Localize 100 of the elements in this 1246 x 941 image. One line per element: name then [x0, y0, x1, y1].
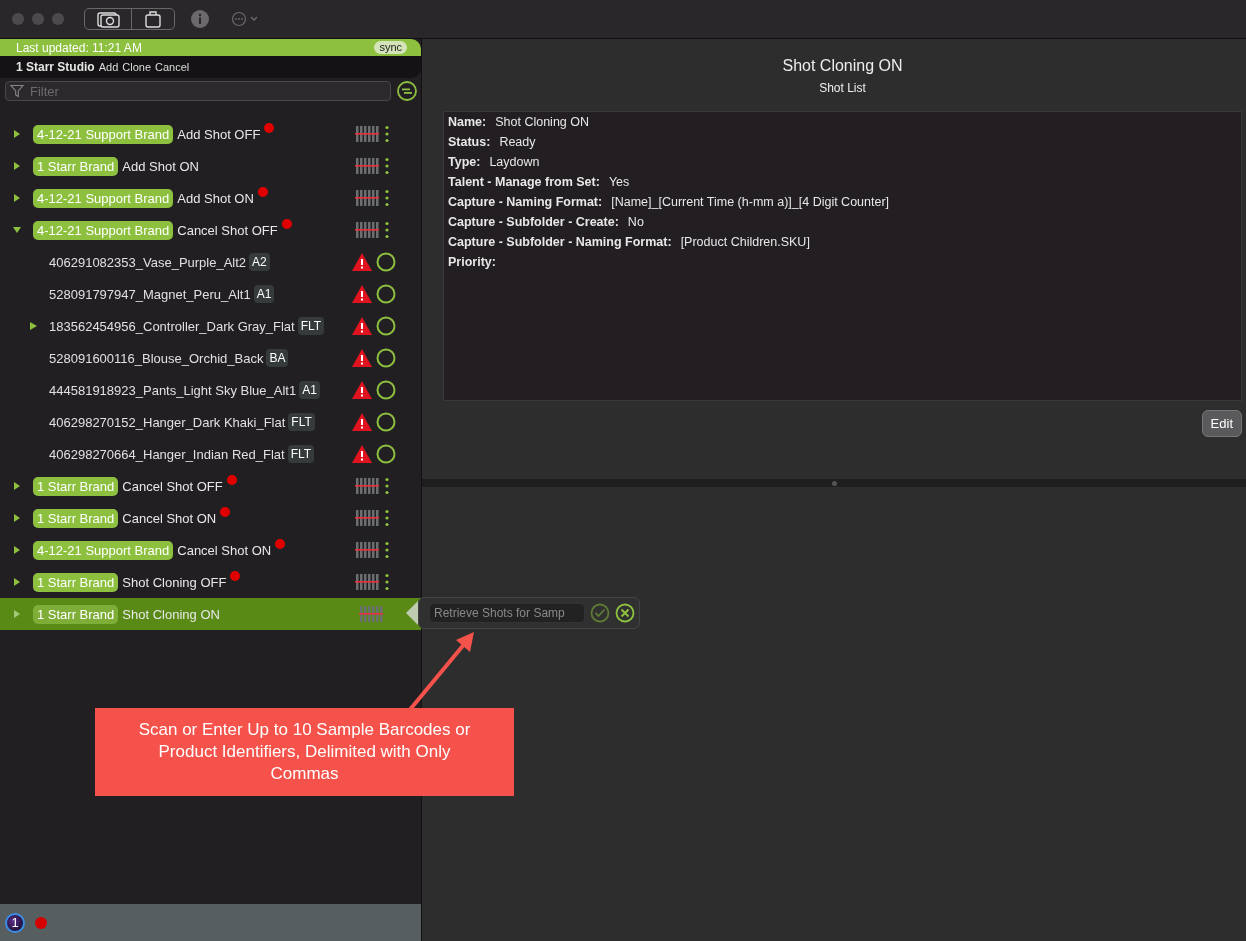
- warning-icon: [352, 285, 372, 303]
- expand-icon[interactable]: [13, 194, 21, 202]
- brand-tag: 1 Starr Brand: [33, 476, 119, 496]
- product-name: 183562454956_Controller_Dark Gray_Flat: [49, 318, 295, 334]
- brand-tag: 1 Starr Brand: [33, 156, 119, 176]
- product-row[interactable]: 528091600116_Blouse_Orchid_Back BA: [0, 342, 421, 374]
- barcode-icon[interactable]: [355, 542, 379, 558]
- shot-row[interactable]: 4-12-21 Support Brand Add Shot OFF: [0, 118, 421, 150]
- status-circle-icon[interactable]: [376, 316, 396, 336]
- barcode-icon[interactable]: [355, 510, 379, 526]
- close-icon[interactable]: [615, 603, 635, 623]
- shot-row[interactable]: 4-12-21 Support Brand Cancel Shot ON: [0, 534, 421, 566]
- product-name: 528091600116_Blouse_Orchid_Back: [49, 350, 264, 366]
- status-circle-icon[interactable]: [376, 412, 396, 432]
- shot-row[interactable]: 1 Starr Brand Cancel Shot ON: [0, 502, 421, 534]
- studio-name: 1 Starr Studio: [16, 60, 95, 74]
- sort-icon[interactable]: [397, 81, 417, 101]
- shot-name: Cancel Shot ON: [177, 542, 272, 558]
- barcode-input[interactable]: Retrieve Shots for Samp: [429, 603, 585, 623]
- angle-tag: FLT: [287, 445, 315, 463]
- field-value: No: [627, 215, 644, 229]
- popover-pointer-icon: [406, 601, 418, 625]
- barcode-icon[interactable]: [355, 158, 379, 174]
- barcode-icon[interactable]: [355, 574, 379, 590]
- annotation-callout: Scan or Enter Up to 10 Sample Barcodes or Product Identifiers, Delimited with Only Commas: [95, 708, 514, 796]
- brand-tag: 4-12-21 Support Brand: [33, 188, 174, 208]
- more-options-icon[interactable]: [385, 125, 389, 143]
- field-label: Type:: [448, 155, 481, 169]
- collapse-icon[interactable]: [13, 226, 21, 234]
- brand-tag: 1 Starr Brand: [33, 508, 119, 528]
- field-label: Capture - Subfolder - Naming Format:: [448, 235, 672, 249]
- more-options-icon[interactable]: [385, 477, 389, 495]
- split-handle[interactable]: [831, 480, 837, 486]
- product-name: 406298270664_Hanger_Indian Red_Flat: [49, 446, 285, 462]
- action-link[interactable]: Add: [98, 61, 119, 73]
- brand-tag: 1 Starr Brand: [33, 572, 119, 592]
- brand-tag: 1 Starr Brand: [33, 604, 119, 624]
- warning-icon: [352, 349, 372, 367]
- product-name: 528091797947_Magnet_Peru_Alt1: [49, 286, 251, 302]
- shot-row[interactable]: 1 Starr Brand Add Shot ON: [0, 150, 421, 182]
- expand-icon[interactable]: [13, 546, 21, 554]
- angle-tag: FLT: [297, 317, 325, 335]
- more-options-icon[interactable]: [385, 157, 389, 175]
- product-row[interactable]: 444581918923_Pants_Light Sky Blue_Alt1 A1: [0, 374, 421, 406]
- expand-icon[interactable]: [13, 482, 21, 490]
- action-link[interactable]: Cancel: [155, 61, 190, 73]
- status-circle-icon[interactable]: [376, 444, 396, 464]
- detail-title: Shot Cloning ON: [782, 57, 903, 75]
- barcode-icon[interactable]: [355, 190, 379, 206]
- barcode-icon[interactable]: [355, 222, 379, 238]
- shot-name: Add Shot ON: [122, 158, 199, 174]
- shot-name: Cancel Shot OFF: [177, 222, 278, 238]
- expand-icon[interactable]: [13, 514, 21, 522]
- app-badge[interactable]: 1: [5, 912, 25, 933]
- field-value: [Name]_[Current Time (h-mm a)]_[4 Digit Counter]: [611, 195, 890, 209]
- shot-name: Add Shot ON: [177, 190, 254, 206]
- product-row[interactable]: 406298270664_Hanger_Indian Red_Flat FLT: [0, 438, 421, 470]
- product-row[interactable]: 183562454956_Controller_Dark Gray_Flat FLT: [0, 310, 421, 342]
- more-options-icon[interactable]: [385, 541, 389, 559]
- status-circle-icon[interactable]: [376, 348, 396, 368]
- filter-icon: [10, 84, 24, 98]
- last-updated-label: Last updated: 11:21 AM: [16, 40, 142, 55]
- filter-field[interactable]: Filter: [5, 81, 391, 101]
- warning-icon: [352, 413, 372, 431]
- more-options-icon[interactable]: [385, 573, 389, 591]
- shot-row[interactable]: 1 Starr Brand Shot Cloning OFF: [0, 566, 421, 598]
- product-row[interactable]: 406291082353_Vase_Purple_Alt2 A2: [0, 246, 421, 278]
- expand-icon[interactable]: [13, 162, 21, 170]
- sync-button[interactable]: sync: [374, 41, 407, 54]
- shot-row[interactable]: 4-12-21 Support Brand Add Shot ON: [0, 182, 421, 214]
- product-row[interactable]: 528091797947_Magnet_Peru_Alt1 A1: [0, 278, 421, 310]
- shot-name: Cancel Shot OFF: [122, 478, 223, 494]
- field-value: Ready: [499, 135, 536, 149]
- shot-row[interactable]: 4-12-21 Support Brand Cancel Shot OFF: [0, 214, 421, 246]
- warning-icon: [352, 317, 372, 335]
- detail-subtitle: Shot List: [819, 81, 866, 95]
- expand-icon[interactable]: [13, 578, 21, 586]
- action-link[interactable]: Clone: [122, 61, 151, 73]
- info-icon[interactable]: [191, 10, 209, 28]
- status-dot: [35, 916, 47, 929]
- expand-icon[interactable]: [30, 322, 37, 330]
- brand-tag: 4-12-21 Support Brand: [33, 124, 174, 144]
- expand-icon[interactable]: [13, 130, 21, 138]
- warning-icon: [352, 381, 372, 399]
- edit-button[interactable]: Edit: [1201, 410, 1242, 437]
- shot-name: Add Shot OFF: [177, 126, 261, 142]
- product-row[interactable]: 406298270152_Hanger_Dark Khaki_Flat FLT: [0, 406, 421, 438]
- product-name: 406298270152_Hanger_Dark Khaki_Flat: [49, 414, 286, 430]
- more-options-icon[interactable]: [385, 221, 389, 239]
- field-value: Laydown: [489, 155, 540, 169]
- more-options-icon[interactable]: [385, 509, 389, 527]
- shot-name: Shot Cloning ON: [122, 606, 220, 622]
- barcode-icon[interactable]: [355, 126, 379, 142]
- barcode-icon[interactable]: [355, 478, 379, 494]
- more-options-icon[interactable]: [385, 189, 389, 207]
- status-circle-icon[interactable]: [376, 284, 396, 304]
- status-circle-icon[interactable]: [376, 252, 396, 272]
- confirm-icon[interactable]: [590, 603, 610, 623]
- status-circle-icon[interactable]: [376, 380, 396, 400]
- shot-row[interactable]: 1 Starr Brand Cancel Shot OFF: [0, 470, 421, 502]
